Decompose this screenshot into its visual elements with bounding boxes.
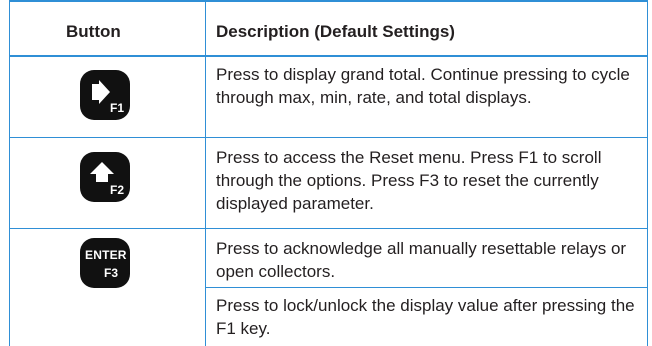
header-description: Description (Default Settings) <box>216 22 455 41</box>
header-button: Button <box>66 22 121 41</box>
f3-enter-button: ENTER F3 <box>80 238 130 288</box>
row-3-subdivider <box>205 287 648 288</box>
f1-button: F1 <box>80 70 130 120</box>
right-border <box>647 0 648 346</box>
row-divider-1 <box>9 137 648 138</box>
row-2-description: Press to access the Reset menu. Press F1… <box>216 148 602 213</box>
enter-key-label: ENTER <box>85 248 127 262</box>
row-3-description-2: Press to lock/unlock the display value a… <box>216 296 635 338</box>
f3-key-label: F3 <box>104 266 119 280</box>
column-divider <box>205 0 206 346</box>
row-1-description: Press to display grand total. Continue p… <box>216 65 630 107</box>
f2-key-label: F2 <box>110 183 125 197</box>
f2-button: F2 <box>80 152 130 202</box>
header-divider <box>9 55 648 57</box>
left-border <box>9 0 10 346</box>
top-border <box>9 0 648 2</box>
row-divider-2 <box>9 228 648 229</box>
f1-key-label: F1 <box>110 101 125 115</box>
row-3-description-1: Press to acknowledge all manually resett… <box>216 239 627 281</box>
